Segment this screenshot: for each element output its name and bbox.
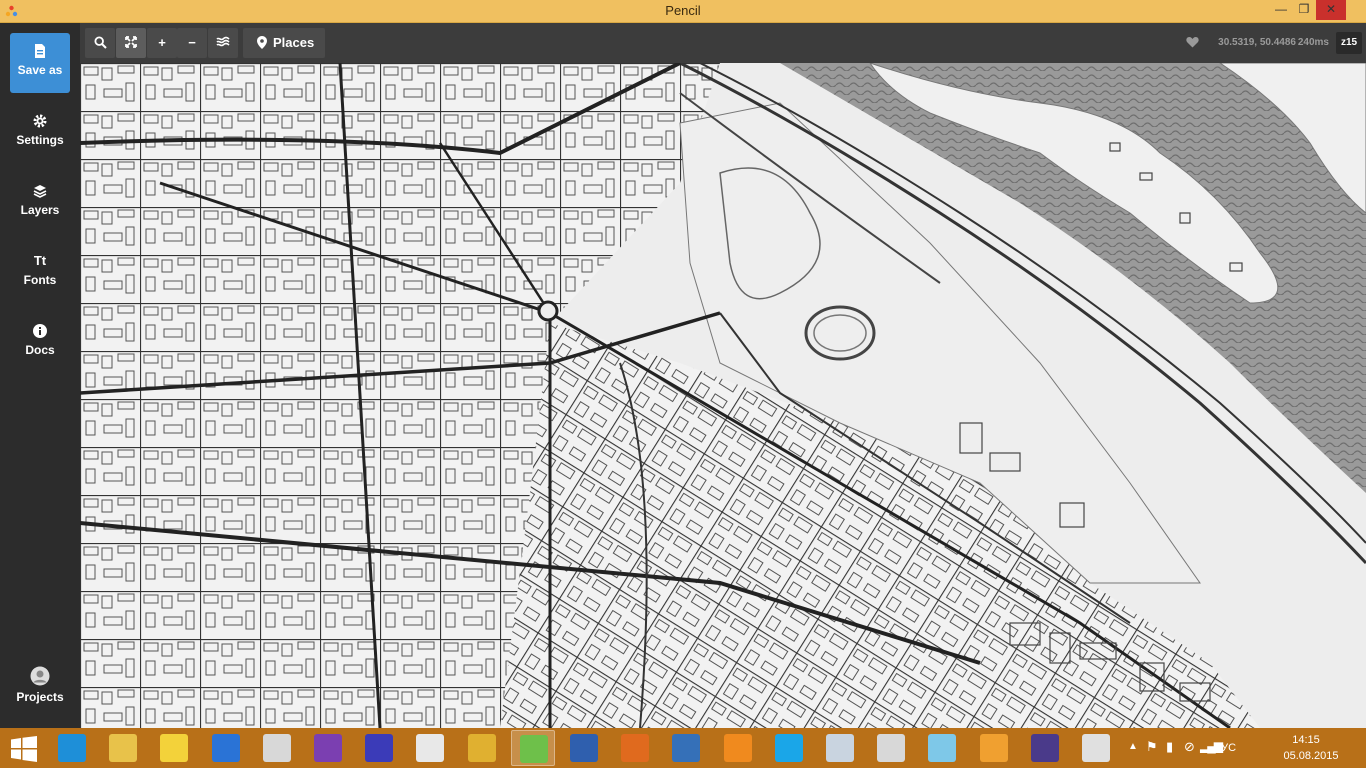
taskbar-app-remote-desktop[interactable]	[664, 730, 708, 766]
fonts-icon: Tt	[33, 253, 47, 268]
network-app-icon	[980, 734, 1008, 762]
skype-icon	[775, 734, 803, 762]
taskbar-app-1c[interactable]	[152, 730, 196, 766]
taskbar-app-settings[interactable]	[357, 730, 401, 766]
visual-studio-icon	[314, 734, 342, 762]
firefox-icon	[621, 734, 649, 762]
avatar-icon	[30, 666, 50, 686]
render-time: 240ms	[1297, 37, 1329, 48]
title-bar: Pencil — ❐ ✕	[0, 0, 1366, 23]
language-indicator[interactable]: РУС	[1214, 742, 1236, 754]
taskbar-app-save-app[interactable]	[562, 730, 606, 766]
show-hidden-icons[interactable]: ▲	[1128, 741, 1138, 752]
info-icon	[33, 324, 47, 338]
taskbar-app-pencil-app[interactable]	[1074, 730, 1118, 766]
flag-icon[interactable]: ⚑	[1146, 739, 1158, 755]
internet-explorer-icon	[58, 734, 86, 762]
taskbar-app-file-explorer[interactable]	[101, 730, 145, 766]
umlet-2-icon	[877, 734, 905, 762]
power-icon[interactable]: ▮	[1166, 739, 1173, 755]
save-as-button[interactable]: Save as	[10, 33, 70, 93]
teamviewer-icon	[212, 734, 240, 762]
taskbar-app-code-editor[interactable]	[408, 730, 452, 766]
layers-stack-icon	[216, 36, 230, 47]
layers-icon	[33, 185, 47, 198]
file-icon	[35, 44, 45, 58]
projects-button[interactable]: Projects	[10, 666, 70, 726]
tools-icon	[468, 734, 496, 762]
settings-icon	[365, 734, 393, 762]
layers-label: Layers	[20, 203, 60, 217]
layer-toggle-button[interactable]	[208, 28, 238, 58]
places-button[interactable]: Places	[243, 28, 325, 58]
zoom-level-badge: z15	[1336, 32, 1362, 54]
umlet-icon	[263, 734, 291, 762]
taskbar-app-network-app[interactable]	[972, 730, 1016, 766]
layers-button[interactable]: Layers	[10, 173, 70, 233]
clock-time[interactable]: 14:15	[1276, 734, 1336, 746]
fonts-label: Fonts	[23, 273, 57, 287]
taskbar-app-notes[interactable]	[920, 730, 964, 766]
map-canvas[interactable]	[80, 63, 1366, 728]
taskbar-app-calendar[interactable]	[511, 730, 555, 766]
taskbar-app-pdf-app[interactable]	[716, 730, 760, 766]
places-label: Places	[273, 35, 315, 50]
save-as-label: Save as	[17, 63, 63, 77]
map-status: 30.5319, 50.4486 240ms z15	[1166, 23, 1366, 63]
pdf-app-icon	[724, 734, 752, 762]
search-button[interactable]	[85, 28, 115, 58]
calculator-icon	[826, 734, 854, 762]
windows-start-icon[interactable]	[10, 736, 38, 762]
taskbar-app-internet-explorer[interactable]	[50, 730, 94, 766]
code-editor-icon	[416, 734, 444, 762]
notes-icon	[928, 734, 956, 762]
expand-icon	[125, 36, 137, 48]
clock-date[interactable]: 05.08.2015	[1276, 750, 1346, 762]
taskbar-app-visual-studio[interactable]	[306, 730, 350, 766]
maximize-button[interactable]: ❐	[1289, 0, 1319, 20]
fit-extent-button[interactable]	[116, 28, 146, 58]
map-marker-icon	[257, 36, 267, 49]
sidebar: Save as Settings Layers Tt Fonts Docs Pr…	[0, 23, 80, 728]
file-explorer-icon	[109, 734, 137, 762]
taskbar-app-firefox[interactable]	[613, 730, 657, 766]
settings-label: Settings	[16, 133, 64, 147]
taskbar-app-java-ee-ide[interactable]	[1023, 730, 1067, 766]
map-toolbar: + − Places 30.5319, 50.4486 240ms z15	[80, 23, 1366, 63]
save-app-icon	[570, 734, 598, 762]
taskbar-app-umlet-2[interactable]	[869, 730, 913, 766]
docs-label: Docs	[25, 343, 55, 357]
window-title: Pencil	[665, 3, 701, 18]
docs-button[interactable]: Docs	[10, 313, 70, 373]
settings-button[interactable]: Settings	[10, 103, 70, 163]
volume-muted-icon[interactable]: ⊘	[1184, 739, 1195, 755]
projects-label: Projects	[16, 690, 64, 704]
search-icon	[93, 36, 107, 49]
taskbar-app-calculator[interactable]	[818, 730, 862, 766]
calendar-icon	[520, 735, 548, 763]
map-render	[80, 63, 1366, 728]
java-ee-ide-icon	[1031, 734, 1059, 762]
pencil-app-icon	[1082, 734, 1110, 762]
1c-icon	[160, 734, 188, 762]
close-button[interactable]: ✕	[1316, 0, 1346, 20]
system-tray: ▲ ⚑ ▮ ⊘ ▂▄▆ РУС 14:15 05.08.2015	[1116, 728, 1366, 768]
coordinates-readout: 30.5319, 50.4486	[1218, 37, 1296, 48]
taskbar-app-umlet[interactable]	[255, 730, 299, 766]
gear-icon	[33, 114, 47, 128]
heart-icon[interactable]	[1186, 36, 1199, 48]
remote-desktop-icon	[672, 734, 700, 762]
zoom-out-button[interactable]: −	[177, 28, 207, 58]
fonts-button[interactable]: Tt Fonts	[10, 243, 70, 303]
taskbar-app-skype[interactable]	[767, 730, 811, 766]
taskbar-app-tools[interactable]	[460, 730, 504, 766]
taskbar-app-teamviewer[interactable]	[204, 730, 248, 766]
zoom-in-button[interactable]: +	[147, 28, 177, 58]
taskbar: ▲ ⚑ ▮ ⊘ ▂▄▆ РУС 14:15 05.08.2015	[0, 728, 1366, 768]
